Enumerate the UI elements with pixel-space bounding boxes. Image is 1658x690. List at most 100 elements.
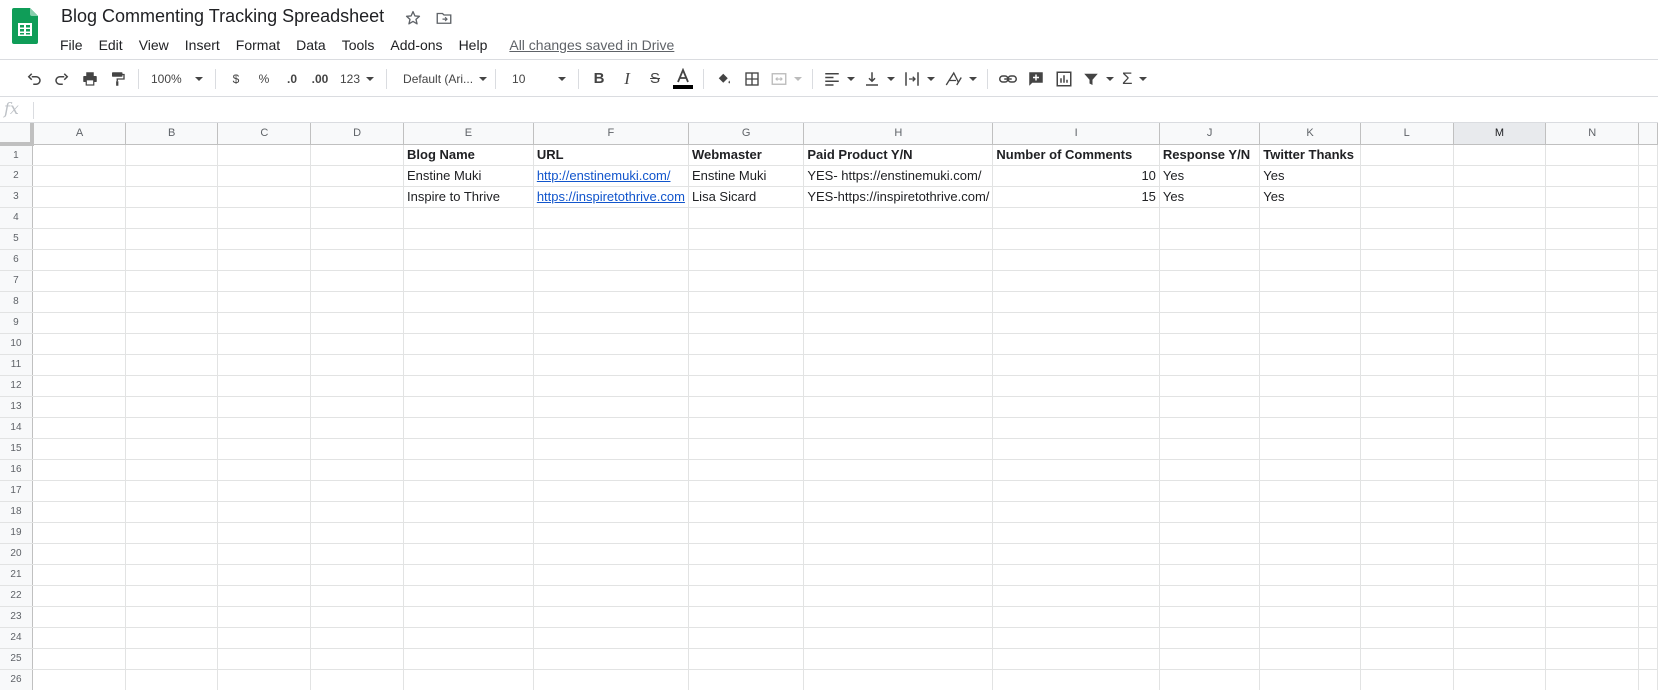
cell-l18[interactable]	[1360, 501, 1454, 523]
cell-n6[interactable]	[1545, 249, 1640, 271]
cell-blog-name[interactable]: Enstine Muki	[403, 165, 534, 187]
text-color-button[interactable]	[669, 65, 697, 93]
cell-c8[interactable]	[217, 291, 312, 313]
cell-f5[interactable]	[533, 228, 689, 250]
column-header-f[interactable]: F	[533, 123, 689, 145]
cell-a9[interactable]	[32, 312, 126, 334]
cell-overflow7[interactable]	[1638, 270, 1658, 292]
cell-c19[interactable]	[217, 522, 312, 544]
cell-k21[interactable]	[1259, 564, 1361, 586]
cell-k4[interactable]	[1259, 207, 1361, 229]
column-header-d[interactable]: D	[310, 123, 404, 145]
cell-c2[interactable]	[217, 165, 312, 187]
row-header[interactable]: 6	[0, 249, 33, 271]
cell-n17[interactable]	[1545, 480, 1640, 502]
cell-overflow18[interactable]	[1638, 501, 1658, 523]
cell-a16[interactable]	[32, 459, 126, 481]
row-header[interactable]: 15	[0, 438, 33, 460]
cell-j14[interactable]	[1159, 417, 1261, 439]
cell-i20[interactable]	[992, 543, 1160, 565]
cell-g23[interactable]	[688, 606, 805, 628]
cell-k24[interactable]	[1259, 627, 1361, 649]
increase-decimals-button[interactable]: .00	[306, 65, 334, 93]
cell-overflow15[interactable]	[1638, 438, 1658, 460]
borders-icon[interactable]	[738, 65, 766, 93]
cell-e23[interactable]	[403, 606, 534, 628]
cell-response[interactable]: Yes	[1159, 186, 1261, 208]
column-header-m[interactable]: M	[1453, 123, 1547, 145]
cell-n19[interactable]	[1545, 522, 1640, 544]
cell-e13[interactable]	[403, 396, 534, 418]
cell-overflow14[interactable]	[1638, 417, 1658, 439]
cell-a19[interactable]	[32, 522, 126, 544]
cell-i21[interactable]	[992, 564, 1160, 586]
cell-l1[interactable]	[1360, 144, 1454, 166]
menu-help[interactable]: Help	[451, 35, 496, 55]
cell-h15[interactable]	[803, 438, 994, 460]
row-header[interactable]: 7	[0, 270, 33, 292]
cell-g18[interactable]	[688, 501, 805, 523]
cell-c26[interactable]	[217, 669, 312, 690]
cell-a7[interactable]	[32, 270, 126, 292]
cell-overflow9[interactable]	[1638, 312, 1658, 334]
cell-g10[interactable]	[688, 333, 805, 355]
cell-g11[interactable]	[688, 354, 805, 376]
cell-e8[interactable]	[403, 291, 534, 313]
cell-d23[interactable]	[310, 606, 404, 628]
more-formats-select[interactable]: 123	[334, 65, 380, 93]
italic-button[interactable]: I	[613, 65, 641, 93]
cell-l9[interactable]	[1360, 312, 1454, 334]
cell-i11[interactable]	[992, 354, 1160, 376]
cell-n24[interactable]	[1545, 627, 1640, 649]
cell-l13[interactable]	[1360, 396, 1454, 418]
cell-d7[interactable]	[310, 270, 404, 292]
row-header[interactable]: 14	[0, 417, 33, 439]
cell-b25[interactable]	[125, 648, 219, 670]
cell-j25[interactable]	[1159, 648, 1261, 670]
cell-f25[interactable]	[533, 648, 689, 670]
cell-webmaster[interactable]: Enstine Muki	[688, 165, 805, 187]
format-currency-button[interactable]: $	[222, 65, 250, 93]
cell-m10[interactable]	[1453, 333, 1547, 355]
cell-a2[interactable]	[32, 165, 126, 187]
cell-m9[interactable]	[1453, 312, 1547, 334]
cell-j9[interactable]	[1159, 312, 1261, 334]
cell-m1[interactable]	[1453, 144, 1547, 166]
cell-b23[interactable]	[125, 606, 219, 628]
cell-twitter-thanks[interactable]: Yes	[1259, 186, 1361, 208]
cell-a15[interactable]	[32, 438, 126, 460]
row-header[interactable]: 1	[0, 144, 33, 166]
cell-overflow25[interactable]	[1638, 648, 1658, 670]
cell-a4[interactable]	[32, 207, 126, 229]
cell-m11[interactable]	[1453, 354, 1547, 376]
cell-e26[interactable]	[403, 669, 534, 690]
cell-c1[interactable]	[217, 144, 312, 166]
cell-h5[interactable]	[803, 228, 994, 250]
cell-a14[interactable]	[32, 417, 126, 439]
cell-f4[interactable]	[533, 207, 689, 229]
cell-b3[interactable]	[125, 186, 219, 208]
font-family-select[interactable]: Default (Ari...	[393, 65, 489, 93]
cell-webmaster[interactable]: Lisa Sicard	[688, 186, 805, 208]
cell-d20[interactable]	[310, 543, 404, 565]
cell-b22[interactable]	[125, 585, 219, 607]
cell-c7[interactable]	[217, 270, 312, 292]
functions-select[interactable]: Σ	[1118, 65, 1151, 93]
cell-n18[interactable]	[1545, 501, 1640, 523]
formula-input[interactable]	[38, 100, 1638, 120]
cell-g7[interactable]	[688, 270, 805, 292]
cell-overflow17[interactable]	[1638, 480, 1658, 502]
cell-overflow5[interactable]	[1638, 228, 1658, 250]
zoom-select[interactable]: 100%	[145, 65, 209, 93]
cell-n4[interactable]	[1545, 207, 1640, 229]
cell-g15[interactable]	[688, 438, 805, 460]
cell-n15[interactable]	[1545, 438, 1640, 460]
cell-h11[interactable]	[803, 354, 994, 376]
cell-j19[interactable]	[1159, 522, 1261, 544]
menu-edit[interactable]: Edit	[91, 35, 131, 55]
save-status-link[interactable]: All changes saved in Drive	[509, 37, 674, 53]
cell-c13[interactable]	[217, 396, 312, 418]
cell-l4[interactable]	[1360, 207, 1454, 229]
cell-c16[interactable]	[217, 459, 312, 481]
cell-i12[interactable]	[992, 375, 1160, 397]
